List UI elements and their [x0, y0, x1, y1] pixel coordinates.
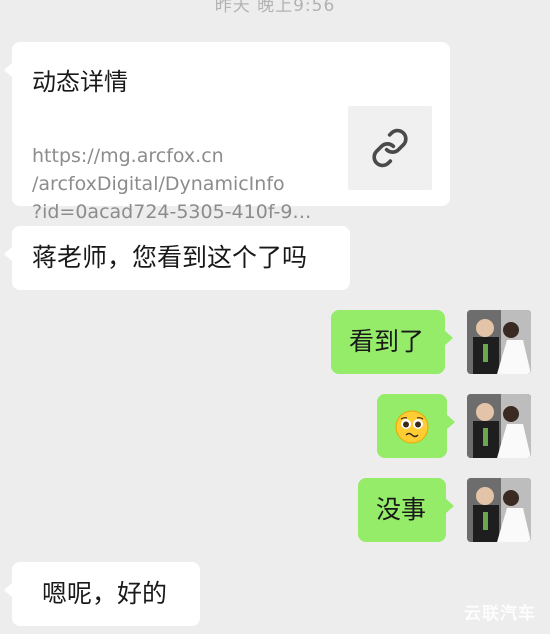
sent-message[interactable]: 看到了 [331, 310, 453, 374]
message-text: 没事 [376, 495, 427, 524]
message-text: 嗯呢，好的 [42, 579, 168, 608]
link-card-url-line: ?id=0acad724-5305-410f-9… [32, 201, 312, 223]
avatar-photo [467, 310, 531, 374]
link-card-title: 动态详情 [32, 68, 128, 96]
avatar[interactable] [467, 394, 531, 458]
received-message[interactable]: 嗯呢，好的 [4, 562, 200, 626]
link-card-message[interactable]: 动态详情 https://mg.arcfox.cn /arcfoxDigital… [4, 42, 450, 223]
avatar[interactable] [467, 478, 531, 542]
link-card-thumbnail [348, 106, 432, 190]
sent-message[interactable] [377, 394, 455, 458]
message-text: 看到了 [349, 327, 425, 356]
sent-message[interactable]: 没事 [358, 478, 454, 542]
link-card-url: https://mg.arcfox.cn /arcfoxDigital/Dyna… [32, 142, 332, 226]
message-text: 蒋老师，您看到这个了吗 [32, 243, 308, 272]
received-message[interactable]: 蒋老师，您看到这个了吗 [4, 226, 350, 290]
chat-timestamp: 昨天 晚上9:56 [214, 0, 336, 16]
link-card-url-line: /arcfoxDigital/DynamicInfo [32, 173, 285, 195]
link-icon [372, 128, 408, 168]
watermark: 云联汽车 [464, 604, 536, 624]
link-card-url-line: https://mg.arcfox.cn [32, 145, 224, 167]
avatar-photo [467, 478, 531, 542]
pleading-face-emoji [395, 410, 429, 444]
avatar[interactable] [467, 310, 531, 374]
avatar-photo [467, 394, 531, 458]
